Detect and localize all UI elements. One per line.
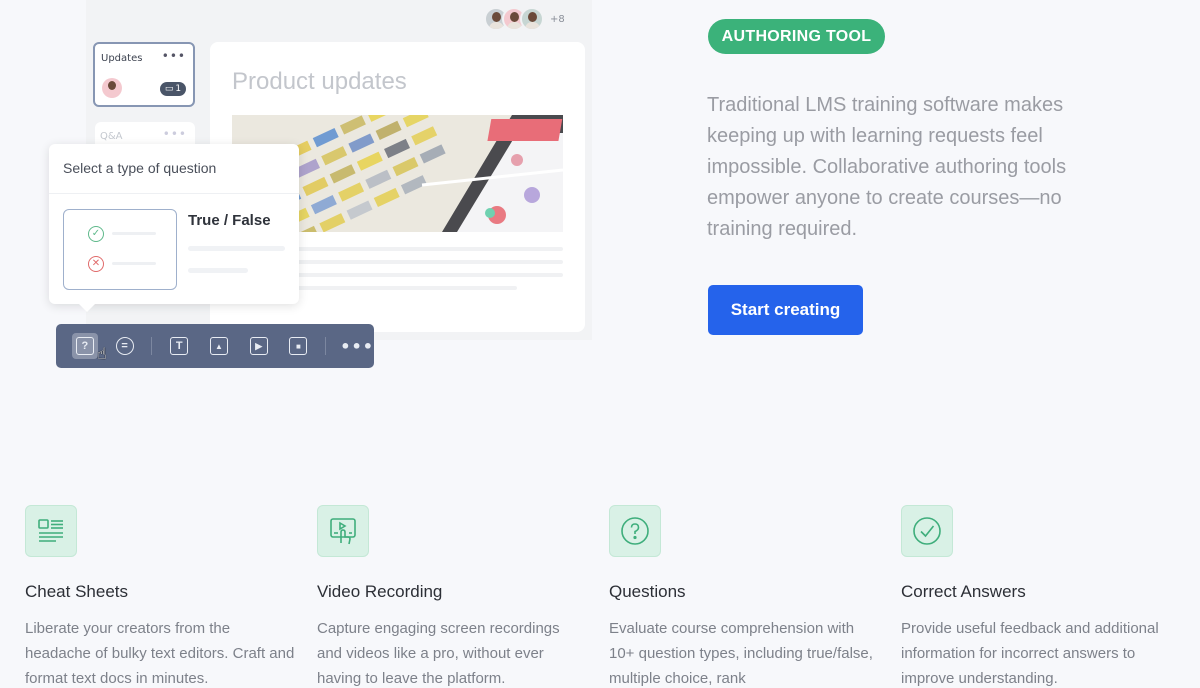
feature-title: Video Recording: [317, 582, 443, 601]
question-button[interactable]: ?: [72, 333, 98, 359]
placeholder-line: [188, 268, 248, 273]
section-badge: AUTHORING TOOL: [708, 19, 885, 54]
feature-description: Capture engaging screen recordings and v…: [317, 620, 560, 687]
question-circle-icon: [609, 505, 661, 557]
record-button[interactable]: ■: [286, 333, 312, 359]
record-icon: ■: [289, 337, 308, 355]
document-title: Product updates: [232, 68, 407, 95]
x-circle-icon: ✕: [88, 256, 104, 272]
comment-count-badge[interactable]: ▭ 1: [160, 82, 186, 96]
avatar: [520, 7, 544, 31]
question-type-popover: Select a type of question ✓ ✕ True / Fal…: [49, 144, 299, 312]
hand-cursor-icon: ☝: [97, 344, 107, 363]
comment-icon: ▭: [164, 84, 174, 94]
feature-description: Liberate your creators from the headache…: [25, 620, 295, 687]
hero-description: Traditional LMS training software makes …: [707, 94, 1067, 240]
more-menu-icon[interactable]: •••: [163, 127, 187, 141]
toolbar-separator: [151, 337, 153, 355]
true-false-option-card[interactable]: ✓ ✕: [63, 209, 177, 290]
placeholder-line: [112, 232, 156, 235]
feature-title: Correct Answers: [901, 582, 1026, 601]
video-button[interactable]: ▶: [246, 333, 272, 359]
toolbar-separator: [325, 337, 327, 355]
text-button[interactable]: T: [166, 333, 192, 359]
document-icon: [25, 505, 77, 557]
start-creating-button[interactable]: Start creating: [708, 285, 863, 335]
question-icon: ?: [75, 337, 94, 355]
feature-correct-answers: Correct Answers Provide useful feedback …: [901, 505, 1171, 688]
placeholder-line: [188, 246, 285, 251]
video-play-icon: ▶: [249, 337, 268, 355]
feature-cheat-sheets: Cheat Sheets Liberate your creators from…: [25, 505, 295, 688]
side-card-title: Updates: [101, 53, 143, 64]
avatar: [102, 78, 122, 98]
collaborator-avatars: +8: [484, 7, 565, 31]
screen-recording-icon: [317, 505, 369, 557]
check-circle-icon: [901, 505, 953, 557]
feature-title: Questions: [609, 582, 686, 601]
image-icon: ▲: [210, 337, 228, 355]
image-button[interactable]: ▲: [206, 333, 232, 359]
text-icon: T: [170, 337, 189, 355]
feature-description: Evaluate course comprehension with 10+ q…: [609, 620, 873, 687]
feature-questions: Questions Evaluate course comprehension …: [609, 505, 879, 688]
check-circle-icon: ✓: [88, 226, 104, 242]
feature-video-recording: Video Recording Capture engaging screen …: [317, 505, 587, 688]
divider: [49, 193, 299, 194]
question-type-label[interactable]: True / False: [188, 212, 271, 229]
more-options-button[interactable]: •••: [340, 337, 374, 356]
feature-description: Provide useful feedback and additional i…: [901, 620, 1159, 687]
side-card-title: Q&A: [100, 131, 123, 142]
placeholder-line: [112, 262, 156, 265]
comment-icon: =: [115, 337, 134, 355]
collaborators-more-count: +8: [550, 13, 565, 25]
side-card-updates[interactable]: Updates ••• ▭ 1: [93, 42, 195, 107]
comment-button[interactable]: =: [112, 333, 138, 359]
comment-count: 1: [175, 84, 182, 94]
popover-title: Select a type of question: [63, 160, 217, 176]
more-menu-icon[interactable]: •••: [162, 49, 186, 63]
feature-title: Cheat Sheets: [25, 582, 129, 601]
